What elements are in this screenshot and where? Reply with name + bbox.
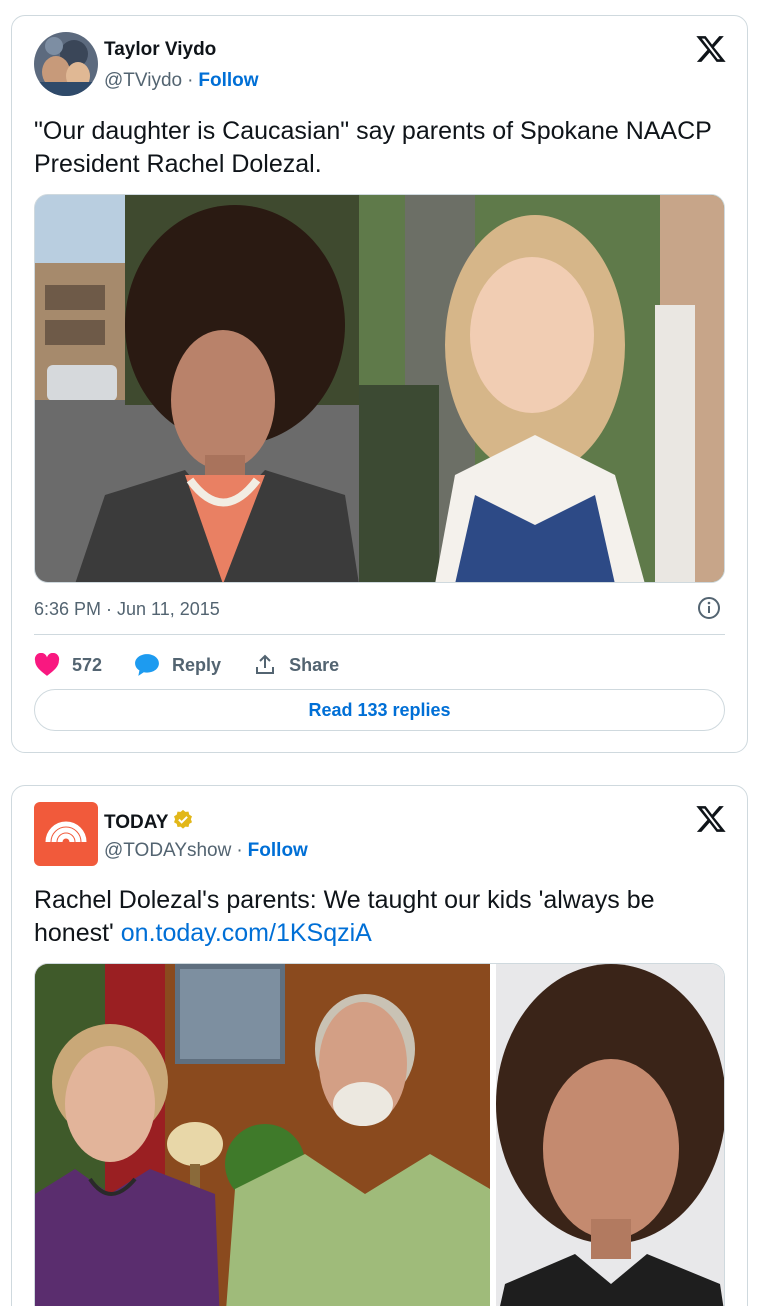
- follow-button[interactable]: Follow: [248, 840, 308, 862]
- handle-line: @TODAYshow · Follow: [104, 840, 308, 862]
- author-handle[interactable]: @TODAYshow: [104, 840, 231, 862]
- separator: ·: [187, 70, 194, 91]
- speech-bubble-icon: [134, 653, 160, 677]
- author-name-line: Taylor Viydo: [104, 39, 216, 61]
- tweet-card: TODAY @TODAYshow · Follow Rachel Dolezal…: [11, 785, 748, 1306]
- tweet-card: Taylor Viydo @TViydo · Follow "Our daugh…: [11, 15, 748, 753]
- follow-button[interactable]: Follow: [198, 70, 258, 92]
- author-avatar[interactable]: [34, 32, 98, 96]
- share-upload-icon: [253, 653, 277, 677]
- read-replies-button[interactable]: Read 133 replies: [34, 689, 725, 731]
- tweet-link[interactable]: on.today.com/1KSqziA: [121, 919, 372, 947]
- tweet-photo[interactable]: [34, 194, 725, 583]
- author-handle[interactable]: @TViydo: [104, 70, 182, 92]
- author-name[interactable]: TODAY: [104, 812, 168, 834]
- like-count: 572: [72, 654, 103, 675]
- divider: [34, 634, 725, 635]
- author-name[interactable]: Taylor Viydo: [104, 39, 216, 61]
- reply-button[interactable]: Reply: [134, 653, 221, 677]
- share-label: Share: [289, 654, 340, 675]
- handle-line: @TViydo · Follow: [104, 70, 259, 92]
- tweet-photo[interactable]: [34, 963, 725, 1306]
- like-button[interactable]: 572: [34, 653, 102, 677]
- tweet-text: Rachel Dolezal's parents: We taught our …: [34, 884, 724, 950]
- author-name-line: TODAY: [104, 809, 194, 837]
- separator: ·: [236, 840, 243, 861]
- info-icon[interactable]: [697, 596, 721, 620]
- author-avatar[interactable]: [34, 802, 98, 866]
- tweet-text: "Our daughter is Caucasian" say parents …: [34, 117, 712, 178]
- verified-badge-icon: [172, 809, 194, 837]
- x-logo-icon[interactable]: [695, 33, 727, 65]
- x-logo-icon[interactable]: [695, 803, 727, 835]
- action-bar: 572 Reply Share: [34, 650, 371, 680]
- share-button[interactable]: Share: [253, 653, 339, 677]
- heart-icon: [34, 653, 60, 677]
- reply-label: Reply: [172, 654, 222, 675]
- tweet-timestamp[interactable]: 6:36 PM · Jun 11, 2015: [34, 599, 220, 620]
